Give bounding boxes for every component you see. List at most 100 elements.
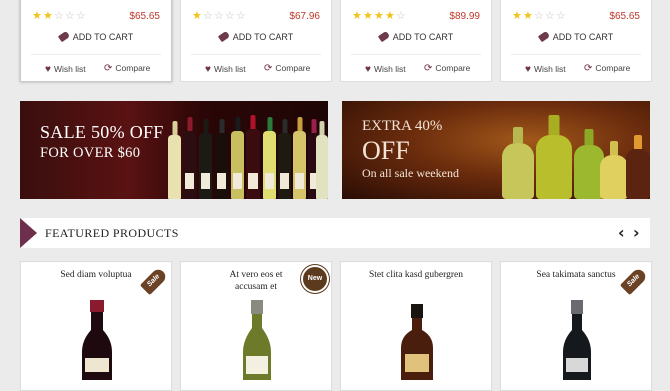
wishlist-button[interactable]: ♥ Wish list <box>205 64 246 75</box>
tag-icon <box>537 30 550 43</box>
wishlist-label: Wish list <box>533 64 566 74</box>
wine-bottle-image <box>82 300 112 380</box>
featured-product-card[interactable]: Sed diam voluptua Sale <box>20 261 172 391</box>
star-empty-icon: ☆ <box>203 10 214 22</box>
rating-stars: ★★☆☆☆ <box>512 11 567 22</box>
divider <box>31 54 161 55</box>
bottle-image <box>168 121 181 199</box>
product-card[interactable]: ★★★★☆ $89.99 ADD TO CART ♥ Wish list ⟳ Com… <box>340 0 492 82</box>
compare-label: Compare <box>595 63 631 73</box>
divider <box>191 54 321 55</box>
bottle-image <box>278 119 291 199</box>
star-filled-icon: ★ <box>374 10 385 22</box>
bottle-image <box>293 117 306 199</box>
banner-text: EXTRA 40% OFF On all sale weekend <box>362 118 459 181</box>
wishlist-button[interactable]: ♥ Wish list <box>525 64 566 75</box>
chevron-right-icon[interactable]: › <box>633 223 640 242</box>
compare-button[interactable]: ⟳ Compare <box>104 63 150 74</box>
compare-button[interactable]: ⟳ Compare <box>424 63 470 74</box>
wishlist-button[interactable]: ♥ Wish list <box>365 64 406 75</box>
heart-icon: ♥ <box>365 64 371 75</box>
add-to-cart-button[interactable]: ADD TO CART <box>21 30 171 43</box>
add-to-cart-label: ADD TO CART <box>232 32 294 42</box>
star-empty-icon: ☆ <box>396 10 407 22</box>
product-card[interactable]: ★☆☆☆☆ $67.96 ADD TO CART ♥ Wish list ⟳ Com… <box>180 0 332 82</box>
compare-label: Compare <box>435 63 471 73</box>
banner-highlight: OFF <box>362 135 410 165</box>
star-filled-icon: ★ <box>43 10 54 22</box>
product-card[interactable]: ★★☆☆☆ $65.65 ADD TO CART ♥ Wish list ⟳ Com… <box>20 0 172 82</box>
compare-button[interactable]: ⟳ Compare <box>584 63 630 74</box>
star-empty-icon: ☆ <box>214 10 225 22</box>
star-filled-icon: ★ <box>385 10 396 22</box>
add-to-cart-label: ADD TO CART <box>392 32 454 42</box>
star-empty-icon: ☆ <box>54 10 65 22</box>
bottle-image <box>231 117 244 199</box>
bottle-image <box>316 121 328 199</box>
bottle-image <box>199 119 212 199</box>
rating-stars: ★★☆☆☆ <box>32 11 87 22</box>
chevron-left-icon[interactable]: ‹ <box>618 223 625 242</box>
bottle-image <box>536 115 572 199</box>
refresh-icon: ⟳ <box>264 63 273 74</box>
featured-product-card[interactable]: At vero eos et accusam et New <box>180 261 332 391</box>
wishlist-label: Wish list <box>53 64 86 74</box>
refresh-icon: ⟳ <box>104 63 113 74</box>
bottle-image <box>246 115 260 199</box>
compare-label: Compare <box>275 63 311 73</box>
price: $89.99 <box>449 11 480 22</box>
banner-text: SALE 50% OFF FOR OVER $60 <box>40 123 164 161</box>
featured-product-card[interactable]: Sea takimata sanctus Sale <box>500 261 652 391</box>
new-badge: New <box>303 267 327 291</box>
banner-subline: On all sale weekend <box>362 166 459 181</box>
refresh-icon: ⟳ <box>424 63 433 74</box>
bottle-image <box>600 141 628 199</box>
bottle-image <box>215 119 228 199</box>
star-empty-icon: ☆ <box>545 10 556 22</box>
refresh-icon: ⟳ <box>584 63 593 74</box>
add-to-cart-button[interactable]: ADD TO CART <box>501 30 651 43</box>
star-filled-icon: ★ <box>512 10 523 22</box>
wishlist-label: Wish list <box>213 64 246 74</box>
price: $65.65 <box>129 11 160 22</box>
star-filled-icon: ★ <box>192 10 203 22</box>
divider <box>511 54 641 55</box>
bottle-image <box>626 135 650 199</box>
sale-banner-right[interactable]: EXTRA 40% OFF On all sale weekend <box>342 101 650 199</box>
add-to-cart-button[interactable]: ADD TO CART <box>181 30 331 43</box>
compare-button[interactable]: ⟳ Compare <box>264 63 310 74</box>
bottle-image <box>183 117 196 199</box>
liquor-bottle-image <box>401 304 433 380</box>
section-marker-icon <box>20 218 37 248</box>
wishlist-button[interactable]: ♥ Wish list <box>45 64 86 75</box>
sale-banner-left[interactable]: SALE 50% OFF FOR OVER $60 <box>20 101 328 199</box>
rating-stars: ★☆☆☆☆ <box>192 11 247 22</box>
bottle-image <box>263 117 276 199</box>
add-to-cart-label: ADD TO CART <box>552 32 614 42</box>
rating-stars: ★★★★☆ <box>352 11 407 22</box>
star-filled-icon: ★ <box>352 10 363 22</box>
star-empty-icon: ☆ <box>225 10 236 22</box>
wine-bottle-image <box>563 300 591 380</box>
add-to-cart-button[interactable]: ADD TO CART <box>341 30 491 43</box>
star-empty-icon: ☆ <box>76 10 87 22</box>
divider <box>351 54 481 55</box>
bottle-image <box>502 127 534 199</box>
star-empty-icon: ☆ <box>65 10 76 22</box>
star-filled-icon: ★ <box>523 10 534 22</box>
banner-headline: EXTRA 40% <box>362 118 443 134</box>
heart-icon: ♥ <box>205 64 211 75</box>
compare-label: Compare <box>115 63 151 73</box>
banner-subline: FOR OVER $60 <box>40 144 141 161</box>
banner-headline: SALE 50% OFF <box>40 122 164 142</box>
add-to-cart-label: ADD TO CART <box>72 32 134 42</box>
price: $65.65 <box>609 11 640 22</box>
product-card[interactable]: ★★☆☆☆ $65.65 ADD TO CART ♥ Wish list ⟳ Com… <box>500 0 652 82</box>
heart-icon: ♥ <box>45 64 51 75</box>
product-name[interactable]: Stet clita kasd gubergren <box>341 269 491 281</box>
wine-bottle-image <box>243 300 271 380</box>
tag-icon <box>57 30 70 43</box>
featured-products-header: FEATURED PRODUCTS ‹ › <box>20 218 650 248</box>
featured-product-card[interactable]: Stet clita kasd gubergren <box>340 261 492 391</box>
wishlist-label: Wish list <box>373 64 406 74</box>
